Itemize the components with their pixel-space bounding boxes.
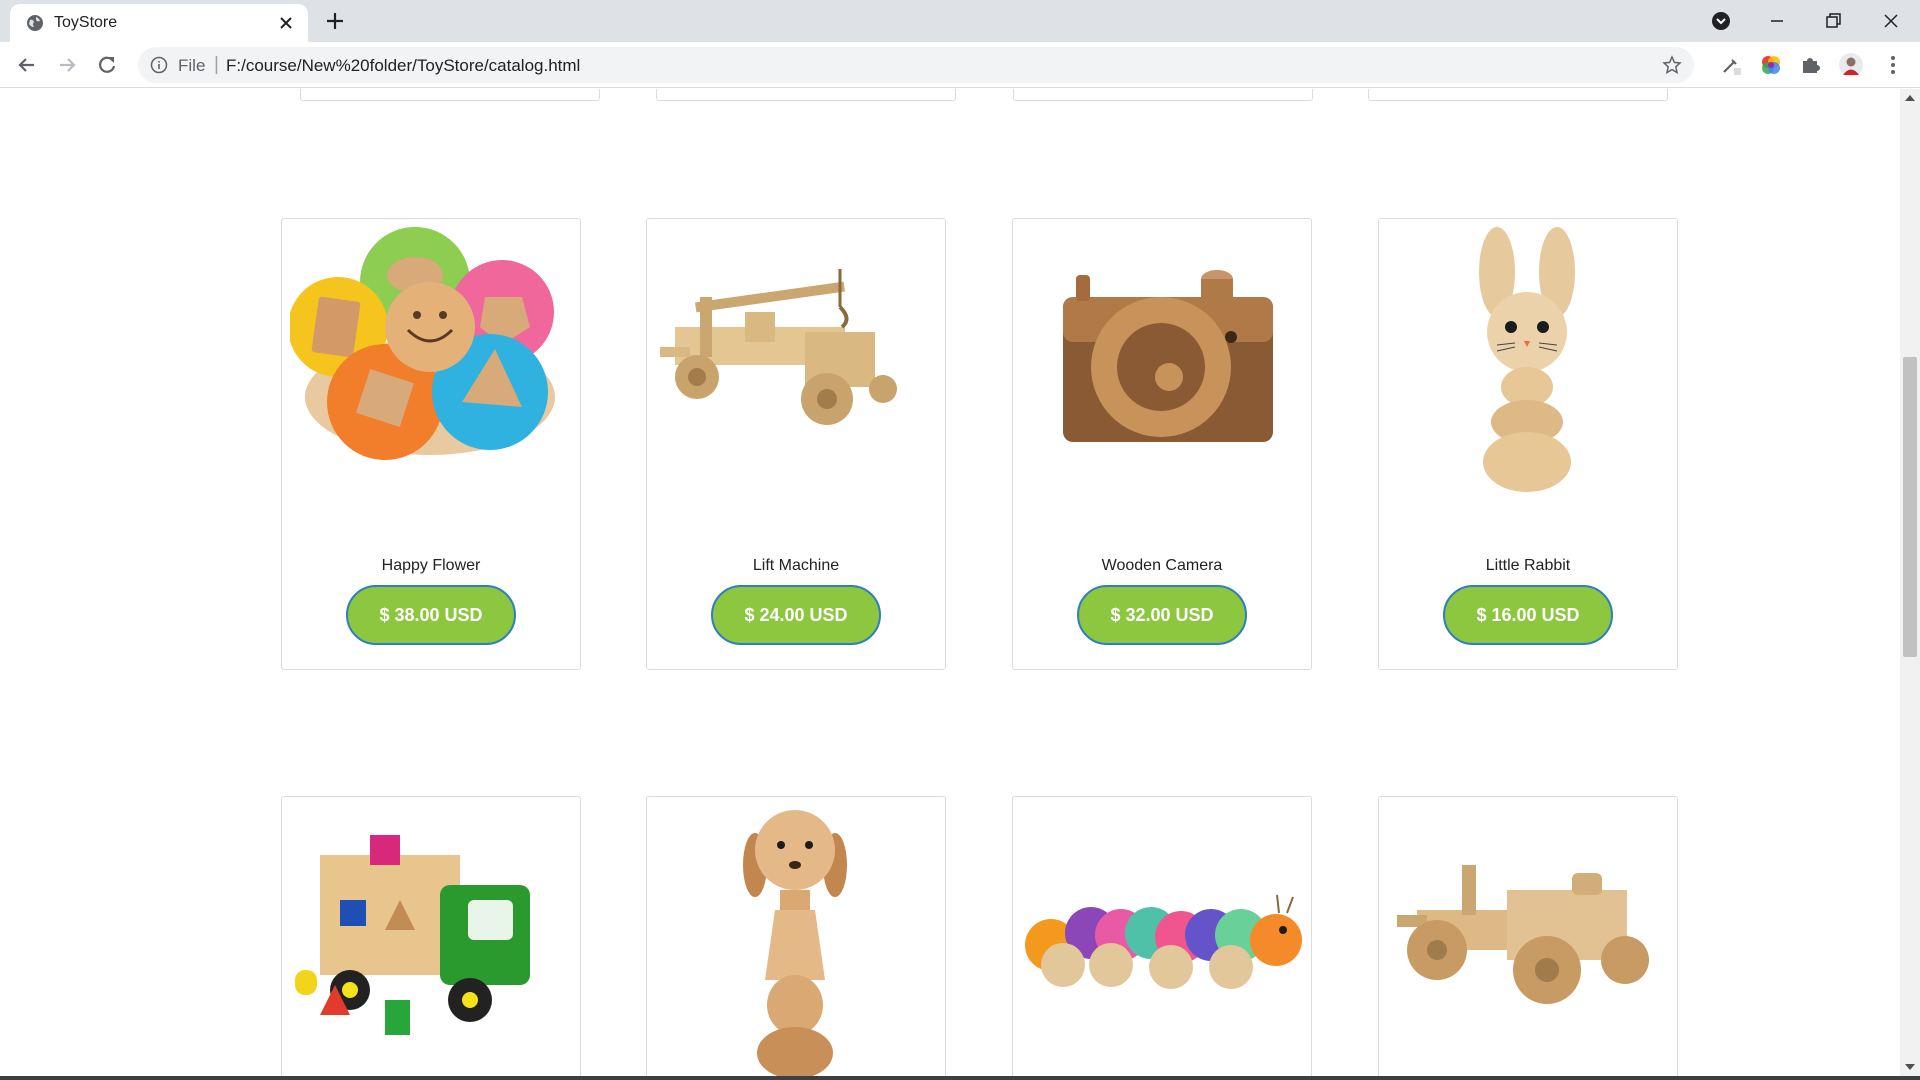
restore-icon[interactable] (1820, 8, 1846, 34)
color-wheel-extension-icon[interactable] (1758, 52, 1784, 78)
close-tab-icon[interactable] (276, 13, 296, 33)
browser-toolbar: File | F:/course/New%20folder/ToyStore/c… (0, 42, 1920, 88)
wooden-crane-truck-image (660, 269, 897, 425)
product-card[interactable]: Wooden Camera $ 32.00 USD (1012, 218, 1312, 670)
stacking-flower-toy-image (290, 227, 555, 460)
url-separator: | (214, 54, 219, 75)
tab-title: ToyStore (54, 14, 118, 31)
page-scrollbar[interactable] (1900, 89, 1920, 1076)
product-card-previous (656, 89, 956, 101)
stacking-dog-image (743, 810, 847, 1076)
wooden-tractor-image (1397, 865, 1649, 1004)
window-bottom-edge (0, 1076, 1920, 1080)
url-text[interactable]: F:/course/New%20folder/ToyStore/catalog.… (226, 56, 580, 76)
product-card-previous (1013, 89, 1313, 101)
more-menu-icon[interactable] (1880, 52, 1906, 78)
product-card-previous (300, 89, 600, 101)
new-tab-plus-icon[interactable] (324, 10, 346, 32)
page-viewport: Happy Flower $ 38.00 USD Lift Machine $ … (0, 89, 1900, 1076)
scroll-up-arrow-icon[interactable] (1905, 95, 1915, 101)
globe-icon (27, 15, 43, 31)
scroll-down-arrow-icon[interactable] (1905, 1064, 1915, 1070)
product-card[interactable] (1012, 796, 1312, 1076)
forward-arrow-icon[interactable] (54, 52, 80, 78)
price-button[interactable]: $ 32.00 USD (1077, 585, 1247, 645)
info-icon[interactable] (150, 56, 168, 74)
browser-tab[interactable]: ToyStore (10, 4, 308, 42)
extensions-puzzle-icon[interactable] (1798, 52, 1824, 78)
product-card[interactable]: Happy Flower $ 38.00 USD (281, 218, 581, 670)
product-name: Happy Flower (381, 557, 481, 574)
product-card[interactable] (281, 796, 581, 1076)
product-card[interactable]: Little Rabbit $ 16.00 USD (1378, 218, 1678, 670)
address-bar[interactable]: File | F:/course/New%20folder/ToyStore/c… (138, 47, 1694, 83)
caterpillar-pull-toy-image (1025, 894, 1302, 989)
profile-avatar-icon[interactable] (1838, 52, 1864, 78)
wooden-camera-image (1063, 270, 1273, 442)
product-card[interactable]: Lift Machine $ 24.00 USD (646, 218, 946, 670)
reload-icon[interactable] (94, 52, 120, 78)
eyedropper-extension-icon[interactable] (1718, 52, 1744, 78)
price-button[interactable]: $ 38.00 USD (346, 585, 516, 645)
stacking-rabbit-image (1479, 227, 1575, 492)
back-arrow-icon[interactable] (14, 52, 40, 78)
product-card[interactable] (646, 796, 946, 1076)
scroll-thumb[interactable] (1903, 357, 1917, 657)
minimize-icon[interactable] (1764, 8, 1790, 34)
browser-tab-bar: ToyStore (0, 0, 1920, 42)
tab-search-icon[interactable] (1708, 8, 1734, 34)
product-name: Wooden Camera (1101, 557, 1223, 574)
product-name: Little Rabbit (1485, 557, 1571, 574)
url-scheme-label: File (178, 56, 206, 75)
product-name: Lift Machine (752, 557, 840, 574)
product-card-previous (1368, 89, 1668, 101)
shape-sorter-truck-image (295, 835, 530, 1035)
bookmark-star-icon[interactable] (1662, 55, 1682, 75)
product-card[interactable] (1378, 796, 1678, 1076)
close-window-icon[interactable] (1878, 8, 1904, 34)
price-button[interactable]: $ 24.00 USD (711, 585, 881, 645)
price-button[interactable]: $ 16.00 USD (1443, 585, 1613, 645)
